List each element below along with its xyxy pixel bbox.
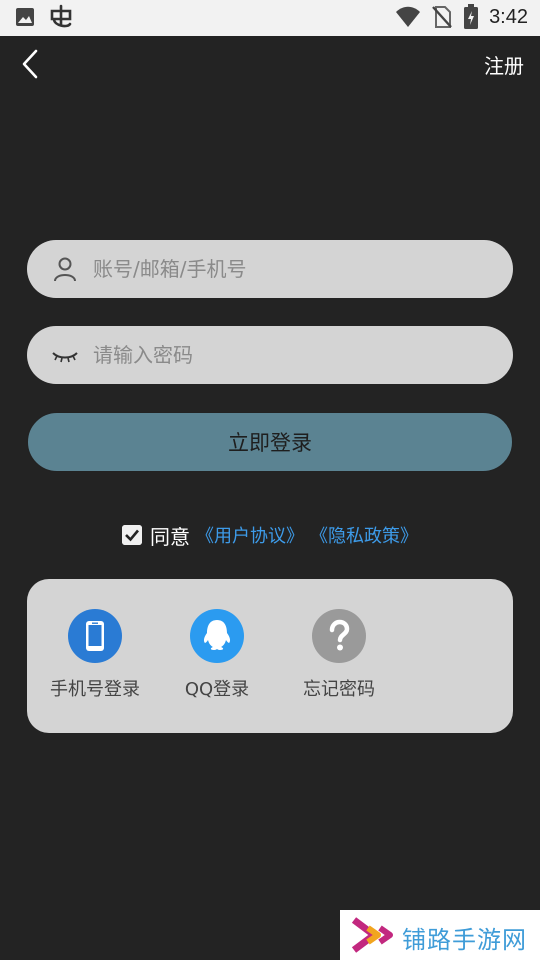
- account-input[interactable]: [93, 240, 493, 298]
- password-input[interactable]: [93, 326, 493, 384]
- watermark: 铺路手游网: [340, 910, 540, 960]
- qq-login-option[interactable]: QQ登录: [157, 609, 277, 701]
- watermark-logo-icon: [351, 917, 393, 953]
- register-link[interactable]: 注册: [484, 50, 524, 79]
- agreement-row: 同意 《用户协议》 《隐私政策》: [0, 520, 540, 550]
- login-button[interactable]: 立即登录: [27, 412, 513, 472]
- image-icon: [16, 8, 34, 26]
- password-field[interactable]: [27, 326, 513, 384]
- top-bar: 注册: [0, 36, 540, 92]
- phone-icon: [68, 609, 122, 663]
- agree-checkbox[interactable]: [122, 525, 142, 545]
- eye-closed-icon[interactable]: [51, 341, 79, 369]
- back-button[interactable]: [14, 46, 50, 82]
- question-icon: [312, 609, 366, 663]
- wifi-icon: [396, 6, 421, 27]
- clock-time: 3:42: [489, 5, 528, 28]
- battery-charging-icon: [464, 4, 479, 29]
- account-field[interactable]: [27, 240, 513, 298]
- no-sim-icon: [432, 6, 452, 28]
- status-bar: 3:42: [0, 0, 540, 36]
- phone-login-option[interactable]: 手机号登录: [35, 609, 155, 701]
- login-options-panel: 手机号登录 QQ登录 忘记密码: [27, 579, 513, 733]
- phone-login-label: 手机号登录: [50, 679, 140, 700]
- checkmark-icon: [122, 525, 142, 545]
- user-agreement-link[interactable]: 《用户协议》: [196, 522, 304, 548]
- qq-login-label: QQ登录: [184, 679, 250, 700]
- bug-icon: [50, 4, 72, 28]
- watermark-text: 铺路手游网: [402, 926, 527, 954]
- forgot-password-option[interactable]: 忘记密码: [279, 609, 399, 701]
- chevron-left-icon: [22, 49, 38, 79]
- qq-icon: [190, 609, 244, 663]
- user-icon: [54, 257, 76, 282]
- forgot-password-label: 忘记密码: [303, 679, 375, 700]
- agree-label: 同意: [150, 524, 190, 549]
- privacy-policy-link[interactable]: 《隐私政策》: [310, 522, 418, 548]
